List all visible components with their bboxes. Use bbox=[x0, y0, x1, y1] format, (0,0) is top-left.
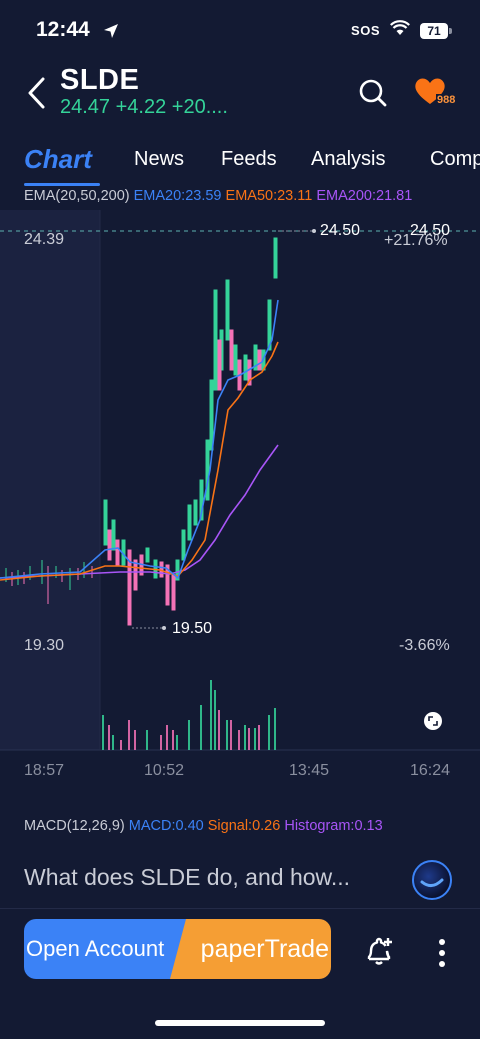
paper-trade-label: paperTrade bbox=[200, 934, 329, 963]
tab-analysis[interactable]: Analysis bbox=[311, 148, 385, 171]
divider bbox=[0, 908, 480, 909]
wifi-icon bbox=[390, 20, 410, 41]
time-label: 10:52 bbox=[144, 762, 185, 779]
more-options-icon[interactable] bbox=[436, 938, 448, 973]
tab-feeds[interactable]: Feeds bbox=[221, 148, 277, 171]
fullscreen-icon[interactable] bbox=[424, 712, 442, 730]
ticker-symbol: SLDE bbox=[60, 64, 140, 96]
macd-legend[interactable]: MACD(12,26,9) MACD:0.40 Signal:0.26 Hist… bbox=[24, 818, 383, 834]
tab-company[interactable]: Comp bbox=[430, 148, 480, 171]
macd-label: MACD(12,26,9) bbox=[24, 818, 125, 834]
open-account-button[interactable]: Open Account bbox=[24, 919, 194, 979]
volume-bars bbox=[102, 680, 276, 750]
low-marker-label: 19.50 bbox=[172, 620, 213, 637]
price-axis-low: 19.30 bbox=[24, 637, 65, 654]
tab-underline bbox=[24, 183, 100, 186]
search-icon[interactable] bbox=[358, 78, 388, 113]
tab-news[interactable]: News bbox=[134, 148, 184, 171]
status-time: 12:44 bbox=[36, 18, 90, 41]
watchers-count: 988 bbox=[436, 94, 457, 106]
battery-icon: 71 bbox=[420, 22, 452, 39]
sos-label: SOS bbox=[351, 23, 380, 38]
open-account-label: Open Account bbox=[26, 936, 165, 961]
change-low-label: -3.66% bbox=[399, 637, 450, 654]
ai-assistant-icon[interactable] bbox=[412, 860, 452, 900]
time-label: 18:57 bbox=[24, 762, 65, 779]
change-high-label: +21.76% bbox=[384, 232, 448, 249]
price-axis-high: 24.39 bbox=[24, 231, 65, 248]
home-indicator[interactable] bbox=[155, 1020, 325, 1026]
macd-value: MACD:0.40 bbox=[128, 818, 204, 834]
watchlist-button[interactable]: 988 bbox=[412, 76, 462, 110]
assistant-question[interactable]: What does SLDE do, and how... bbox=[24, 864, 350, 891]
price-quote: 24.47 +4.22 +20.... bbox=[60, 96, 228, 118]
tab-chart-label: Chart bbox=[24, 144, 92, 174]
paper-trade-button[interactable]: paperTrade bbox=[170, 919, 331, 979]
alert-bell-icon[interactable] bbox=[362, 934, 396, 973]
status-indicators: SOS 71 bbox=[351, 20, 452, 41]
high-marker-label: 24.50 bbox=[320, 222, 361, 239]
tab-chart[interactable]: Chart bbox=[24, 144, 92, 175]
histogram-value: Histogram:0.13 bbox=[284, 818, 383, 834]
battery-level: 71 bbox=[420, 22, 448, 39]
time-label: 13:45 bbox=[289, 762, 330, 779]
signal-value: Signal:0.26 bbox=[207, 818, 281, 834]
back-icon[interactable] bbox=[26, 76, 48, 110]
price-chart[interactable] bbox=[0, 200, 480, 760]
location-arrow-icon bbox=[102, 22, 120, 45]
time-label: 16:24 bbox=[410, 762, 451, 779]
